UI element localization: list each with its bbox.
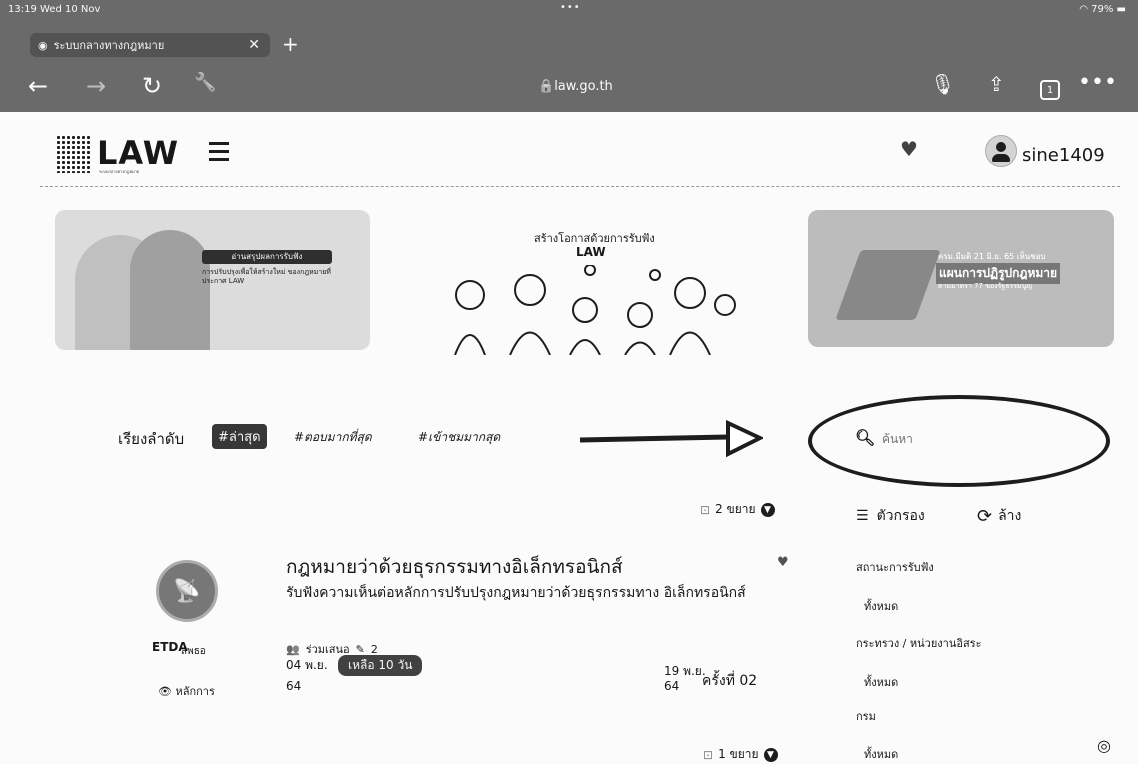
browser-chrome: 13:19 Wed 10 Nov ••• ◠ 79% ▬ ◉ ระบบกลางท… bbox=[0, 0, 1138, 112]
banner-logo-text: LAW bbox=[576, 245, 606, 259]
law-logo-icon[interactable] bbox=[56, 135, 90, 173]
filter-label: ตัวกรอง bbox=[876, 508, 925, 524]
banner-line3: ตามมาตรา 77 ของรัฐธรรมนูญ bbox=[938, 282, 1033, 290]
expand-label: 2 ขยาย bbox=[715, 502, 756, 516]
end-year: 64 bbox=[664, 679, 680, 693]
browser-tab[interactable]: ◉ ระบบกลางทางกฎหมาย ✕ bbox=[30, 33, 270, 57]
battery-percent: 79% bbox=[1091, 4, 1114, 15]
more-options-icon[interactable]: ••• bbox=[1078, 70, 1117, 95]
multitask-dots: ••• bbox=[560, 2, 581, 13]
reload-icon[interactable]: ↻ bbox=[142, 72, 162, 100]
pencil-icon: ✎ bbox=[355, 642, 365, 656]
days-remaining-badge: เหลือ 10 วัน bbox=[338, 655, 423, 676]
banner-text: การปรับปรุงเพื่อให้สร้างใหม่ ของกฎหมายที… bbox=[202, 268, 331, 285]
status-time-date: 13:19 Wed 10 Nov bbox=[8, 4, 101, 15]
tabs-overview-button[interactable]: 1 bbox=[1040, 80, 1060, 100]
chevron-down-icon: ▼ bbox=[760, 502, 775, 517]
tab-title: ระบบกลางทางกฎหมาย bbox=[53, 39, 165, 52]
sort-latest-button[interactable]: #ล่าสุด bbox=[212, 424, 267, 449]
logo-subtext: ระบบกลางทางกฎหมาย bbox=[99, 169, 140, 174]
banner-opportunity[interactable]: สร้างโอกาสด้วยการรับฟัง LAW bbox=[430, 215, 748, 355]
clear-filters-button[interactable]: ⟳ ล้าง bbox=[977, 505, 1021, 527]
wifi-icon: ◠ bbox=[1079, 4, 1088, 15]
start-date: 04 พ.ย. bbox=[286, 658, 328, 672]
sort-most-viewed-button[interactable]: #เข้าชมมากสุด bbox=[418, 428, 500, 447]
header-divider bbox=[40, 186, 1120, 187]
sort-label: เรียงลำดับ bbox=[118, 430, 185, 448]
sort-most-answered-button[interactable]: #ตอบมากที่สุด bbox=[294, 428, 372, 447]
globe-icon: ◉ bbox=[38, 38, 48, 52]
forward-arrow-icon[interactable]: → bbox=[86, 72, 106, 100]
favorite-heart-icon[interactable]: ♥ bbox=[777, 555, 789, 570]
principle-label: หลักการ bbox=[175, 685, 215, 698]
hamburger-menu-icon[interactable] bbox=[209, 142, 229, 166]
filter-status-select[interactable]: ทั้งหมด bbox=[864, 597, 898, 615]
expand-label: 1 ขยาย bbox=[718, 747, 759, 761]
assistant-bubble-icon[interactable]: ◎ bbox=[1097, 736, 1111, 755]
site-logo[interactable]: LAW bbox=[97, 134, 179, 172]
crowd-illustration-icon bbox=[454, 265, 736, 355]
filter-status-label: สถานะการรับฟัง bbox=[856, 561, 934, 574]
back-arrow-icon[interactable]: ← bbox=[28, 72, 48, 100]
org-name: สพธอ bbox=[181, 646, 206, 657]
person-figure-icon bbox=[130, 230, 210, 350]
principle-tag: 👁 หลักการ bbox=[158, 682, 215, 700]
url-text: law.go.th bbox=[554, 79, 613, 94]
people-icon: 👥 bbox=[286, 642, 300, 656]
eye-icon: 👁 bbox=[158, 685, 172, 698]
banner-tag: อ่านสรุปผลการรับฟัง bbox=[202, 250, 332, 264]
banner-law-reform-plan[interactable]: ครม.มีมติ 21 มิ.ย. 65 เห็นชอบ แผนการปฏิร… bbox=[808, 210, 1114, 347]
close-tab-icon[interactable]: ✕ bbox=[248, 37, 260, 53]
chevron-down-icon: ▼ bbox=[763, 747, 778, 762]
filter-department-select[interactable]: ทั้งหมด bbox=[864, 745, 898, 763]
new-tab-button[interactable]: + bbox=[282, 32, 299, 56]
username[interactable]: sine1409 bbox=[1022, 145, 1105, 166]
filter-ministry-label: กระทรวง / หน่วยงานอิสระ bbox=[856, 637, 982, 650]
banner-line1: ครม.มีมติ 21 มิ.ย. 65 เห็นชอบ bbox=[938, 252, 1046, 261]
share-icon[interactable]: ⇪ bbox=[988, 72, 1005, 96]
start-year: 64 bbox=[286, 679, 302, 693]
search-icon: 🔍︎ bbox=[855, 428, 876, 447]
round-number: ครั้งที่ 02 bbox=[702, 673, 758, 689]
law-title[interactable]: กฎหมายว่าด้วยธุรกรรมทางอิเล็กทรอนิกส์ bbox=[286, 552, 623, 582]
expand-icon: ⊡ bbox=[703, 747, 714, 762]
expand-icon: ⊡ bbox=[700, 502, 711, 517]
expand-toggle-bottom[interactable]: ⊡ 1 ขยาย ▼ bbox=[703, 745, 778, 764]
search-input[interactable] bbox=[880, 427, 1064, 451]
battery-indicator: ◠ 79% ▬ bbox=[1079, 4, 1126, 15]
lock-icon: 🔒 bbox=[538, 79, 555, 94]
battery-icon: ▬ bbox=[1116, 4, 1126, 15]
filter-department-label: กรม bbox=[856, 710, 876, 723]
favorites-heart-icon[interactable]: ♥ bbox=[892, 137, 926, 163]
clear-label: ล้าง bbox=[998, 508, 1022, 524]
hand-drawn-arrow-icon bbox=[579, 419, 763, 458]
laptop-illustration-icon bbox=[835, 250, 941, 320]
law-description: รับฟังความเห็นต่อหลักการปรับปรุงกฎหมายว่… bbox=[286, 585, 746, 601]
banner-consultation-summary[interactable]: อ่านสรุปผลการรับฟัง การปรับปรุงเพื่อให้ส… bbox=[55, 210, 370, 350]
expand-toggle[interactable]: ⊡ 2 ขยาย ▼ bbox=[700, 500, 775, 519]
filter-icon: ☰ bbox=[856, 508, 869, 524]
broadcast-tower-icon: 📡 bbox=[156, 560, 218, 622]
participants-count: 2 bbox=[370, 642, 378, 656]
filter-button[interactable]: ☰ ตัวกรอง bbox=[856, 505, 925, 527]
microphone-icon[interactable]: 🎙 bbox=[930, 72, 955, 96]
address-bar[interactable]: 🔒law.go.th bbox=[538, 79, 613, 94]
wrench-icon[interactable]: 🔧 bbox=[194, 72, 216, 93]
refresh-icon: ⟳ bbox=[977, 505, 993, 527]
filter-ministry-select[interactable]: ทั้งหมด bbox=[864, 673, 898, 691]
user-avatar[interactable] bbox=[985, 135, 1017, 167]
